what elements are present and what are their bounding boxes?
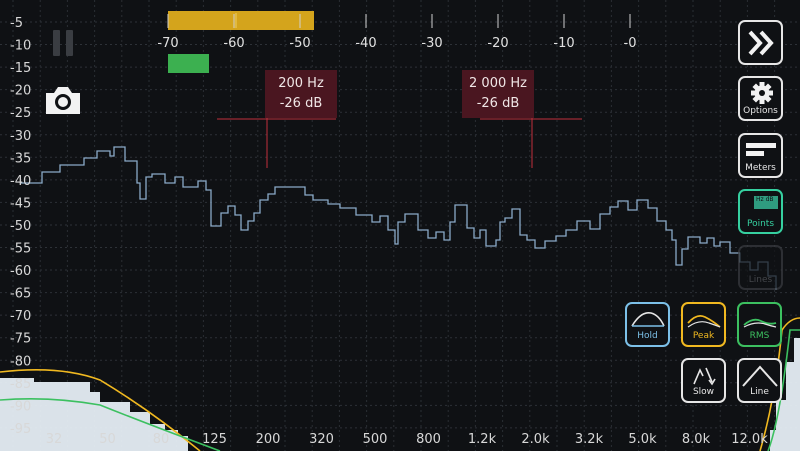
options-button[interactable]: Options xyxy=(738,76,783,121)
plot-grid xyxy=(0,0,800,451)
lines-button[interactable]: Lines xyxy=(738,245,783,290)
spectrum-line xyxy=(20,146,777,290)
meters-button[interactable]: Meters xyxy=(738,133,783,178)
rms-curve-icon xyxy=(743,318,777,328)
y-tick-label: -80 xyxy=(10,354,31,369)
y-tick-label: -90 xyxy=(10,399,31,414)
x-tick-label: 50 xyxy=(99,432,116,447)
x-tick-label: 8.0k xyxy=(682,432,711,447)
pause-button[interactable] xyxy=(50,28,78,58)
forward-button[interactable] xyxy=(738,20,783,65)
slow-label: Slow xyxy=(692,387,715,397)
x-tick-label: 800 xyxy=(416,432,441,447)
hold-button[interactable]: Hold xyxy=(625,302,670,347)
points-badge: Hz dB xyxy=(754,196,778,209)
x-tick-label: 12.0k xyxy=(731,432,768,447)
meter-scale-label: -20 xyxy=(487,36,508,51)
meter-scale-label: -0 xyxy=(624,36,637,51)
spectrum-plot[interactable]: -5 -10 -15 -20 -25 -30 -35 -40 -45 -50 -55 -60 -65 -7… xyxy=(0,0,800,451)
y-tick-label: -75 xyxy=(10,332,31,347)
camera-icon xyxy=(46,87,80,114)
meter-scale-label: -10 xyxy=(553,36,574,51)
line-mode-icon xyxy=(742,365,778,387)
y-tick-label: -45 xyxy=(10,196,31,211)
y-tick-label: -70 xyxy=(10,309,31,324)
pause-icon xyxy=(53,30,73,56)
meter-scale-label: -70 xyxy=(157,36,178,51)
x-tick-label: 80 xyxy=(153,432,170,447)
points-label: Points xyxy=(746,219,775,229)
y-tick-label: -55 xyxy=(10,242,31,257)
x-tick-label: 3.2k xyxy=(575,432,604,447)
y-tick-label: -50 xyxy=(10,219,31,234)
marker-readout-2[interactable]: 2 000 Hz -26 dB xyxy=(462,70,534,118)
x-tick-label: 2.0k xyxy=(521,432,550,447)
y-tick-label: -35 xyxy=(10,151,31,166)
level-meter: -70 -60 -50 -40 -30 -20 -10 -0 xyxy=(157,11,636,73)
fast-forward-icon xyxy=(748,30,774,55)
marker-2-level: -26 dB xyxy=(476,96,520,111)
x-axis-labels: 32 50 80 125 200 320 500 800 1.2k 2.0k 3.2k 5.0k 8.0… xyxy=(46,432,768,447)
x-tick-label: 1.2k xyxy=(468,432,497,447)
marker-1-frequency: 200 Hz xyxy=(278,76,324,91)
rms-level-bar xyxy=(168,54,209,73)
meter-scale-label: -60 xyxy=(223,36,244,51)
spectrum-fill xyxy=(0,338,800,451)
points-badge-text: Hz dB xyxy=(756,196,774,203)
y-tick-label: -20 xyxy=(10,84,31,99)
options-label: Options xyxy=(743,106,778,116)
peak-curve-icon xyxy=(687,314,721,328)
x-tick-label: 200 xyxy=(256,432,281,447)
peak-label: Peak xyxy=(692,331,715,341)
spectrum-trace xyxy=(20,146,777,290)
meters-label: Meters xyxy=(745,163,776,173)
line-button[interactable]: Line xyxy=(737,358,782,403)
screenshot-button[interactable] xyxy=(44,84,82,116)
hold-label: Hold xyxy=(637,331,658,341)
x-tick-label: 32 xyxy=(46,432,63,447)
gear-icon xyxy=(751,82,773,104)
hold-curve-icon xyxy=(631,311,665,327)
lines-label: Lines xyxy=(748,275,773,285)
meter-scale-label: -40 xyxy=(355,36,376,51)
x-tick-label: 500 xyxy=(363,432,388,447)
y-axis-labels: -5 -10 -15 -20 -25 -30 -35 -40 -45 -50 -55 -60 -65 -7… xyxy=(10,16,31,437)
marker-2-frequency: 2 000 Hz xyxy=(469,76,527,91)
line-label: Line xyxy=(750,387,769,397)
slow-arrows-icon xyxy=(693,367,716,386)
y-tick-label: -5 xyxy=(10,16,23,31)
peak-button[interactable]: Peak xyxy=(681,302,726,347)
x-tick-label: 320 xyxy=(309,432,334,447)
marker-1-level: -26 dB xyxy=(279,96,323,111)
slow-button[interactable]: Slow xyxy=(681,358,726,403)
y-tick-label: -65 xyxy=(10,287,31,302)
y-tick-label: -95 xyxy=(10,422,31,437)
y-tick-label: -25 xyxy=(10,106,31,121)
marker-readout-1[interactable]: 200 Hz -26 dB xyxy=(265,70,337,118)
rms-label: RMS xyxy=(749,331,770,341)
y-tick-label: -15 xyxy=(10,61,31,76)
x-tick-label: 5.0k xyxy=(628,432,657,447)
spectrum-analyzer-screen: -5 -10 -15 -20 -25 -30 -35 -40 -45 -50 -55 -60 -65 -7… xyxy=(0,0,800,451)
y-tick-label: -85 xyxy=(10,377,31,392)
meter-scale-label: -30 xyxy=(421,36,442,51)
y-tick-label: -30 xyxy=(10,129,31,144)
meters-icon xyxy=(746,143,776,156)
y-tick-label: -40 xyxy=(10,174,31,189)
y-tick-label: -60 xyxy=(10,264,31,279)
meter-scale-label: -50 xyxy=(289,36,310,51)
rms-button[interactable]: RMS xyxy=(737,302,782,347)
peak-level-bar xyxy=(168,11,314,30)
y-tick-label: -10 xyxy=(10,39,31,54)
x-tick-label: 125 xyxy=(202,432,227,447)
points-button[interactable]: Hz dB Points xyxy=(738,189,783,234)
